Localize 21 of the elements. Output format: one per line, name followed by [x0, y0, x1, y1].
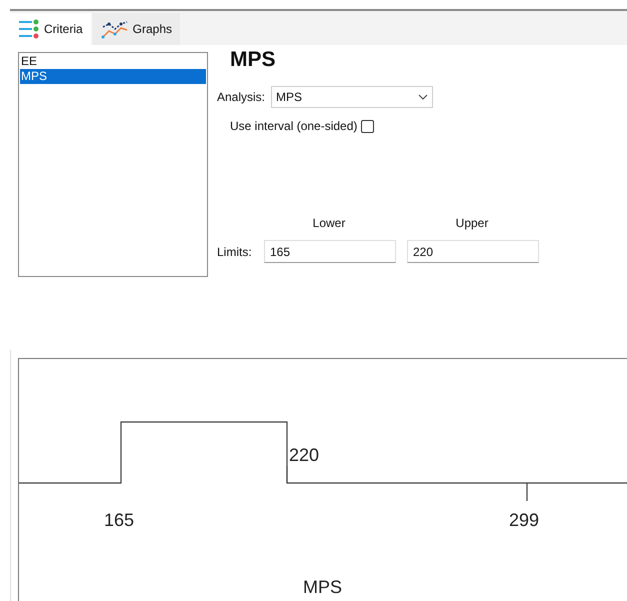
interval-checkbox[interactable]: [361, 120, 374, 132]
limits-label: Limits:: [217, 244, 253, 260]
analysis-label: Analysis:: [217, 89, 266, 106]
upper-heading: Upper: [454, 215, 490, 232]
checklist-icon: [18, 19, 40, 39]
analysis-dropdown[interactable]: MPS: [271, 86, 434, 108]
section-title: MPS: [230, 48, 277, 72]
list-item[interactable]: MPS: [20, 69, 206, 84]
lower-heading: Lower: [312, 215, 346, 232]
upper-limit-label: 220: [289, 444, 320, 467]
tab[interactable]: Criteria: [10, 13, 91, 45]
interval-label: Use interval (one-sided): [230, 118, 358, 135]
lower-limit-field[interactable]: 165: [264, 240, 396, 263]
axis-label: MPS: [303, 577, 342, 597]
upper-limit-field[interactable]: 220: [407, 240, 539, 263]
lower-limit-label: 165: [104, 509, 134, 532]
max-label: 299: [509, 509, 540, 532]
tab[interactable]: Graphs: [92, 13, 180, 45]
list-item[interactable]: EE: [20, 54, 206, 69]
line-chart-icon: [100, 19, 129, 39]
chevron-down-icon: [418, 94, 428, 100]
